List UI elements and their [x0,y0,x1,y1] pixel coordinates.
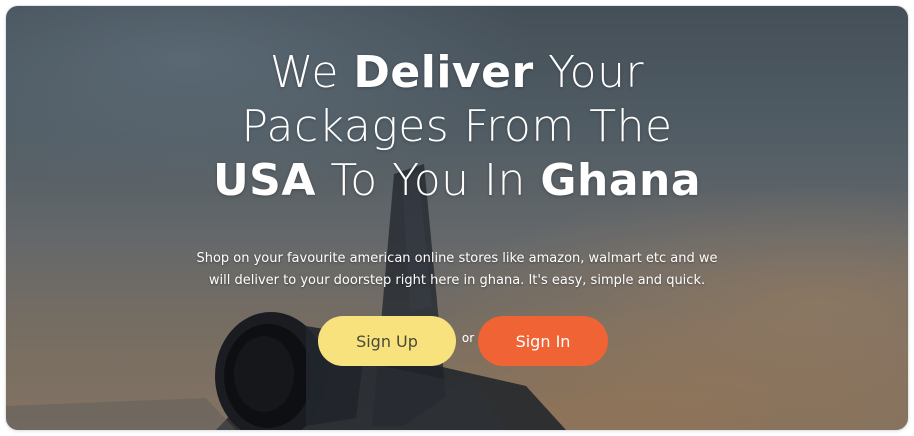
tagline-line-1: Shop on your favourite american online s… [196,251,718,266]
headline-text: We [269,47,354,98]
headline-bold-text: Deliver [353,47,534,98]
cta-group: Sign Up or Sign In [6,316,908,366]
hero-headline: We Deliver Your Packages From The USA To… [6,46,908,208]
hero-card: We Deliver Your Packages From The USA To… [6,6,908,430]
headline-text: To You In [315,155,541,206]
headline-bold-text: USA [212,155,316,206]
or-separator: or [461,331,475,345]
sign-in-button[interactable]: Sign In [478,316,608,366]
hero-tagline: Shop on your favourite american online s… [126,248,788,292]
tagline-line-2: will deliver to your doorstep right here… [208,273,706,288]
headline-text: Your [533,47,645,98]
headline-line-1: We Deliver Your [6,46,908,100]
hero-content: We Deliver Your Packages From The USA To… [6,6,908,430]
headline-bold-text: Ghana [540,155,702,206]
headline-line-2: Packages From The [241,101,673,152]
headline-line-3: USA To You In Ghana [6,154,908,208]
sign-up-button[interactable]: Sign Up [318,316,456,366]
